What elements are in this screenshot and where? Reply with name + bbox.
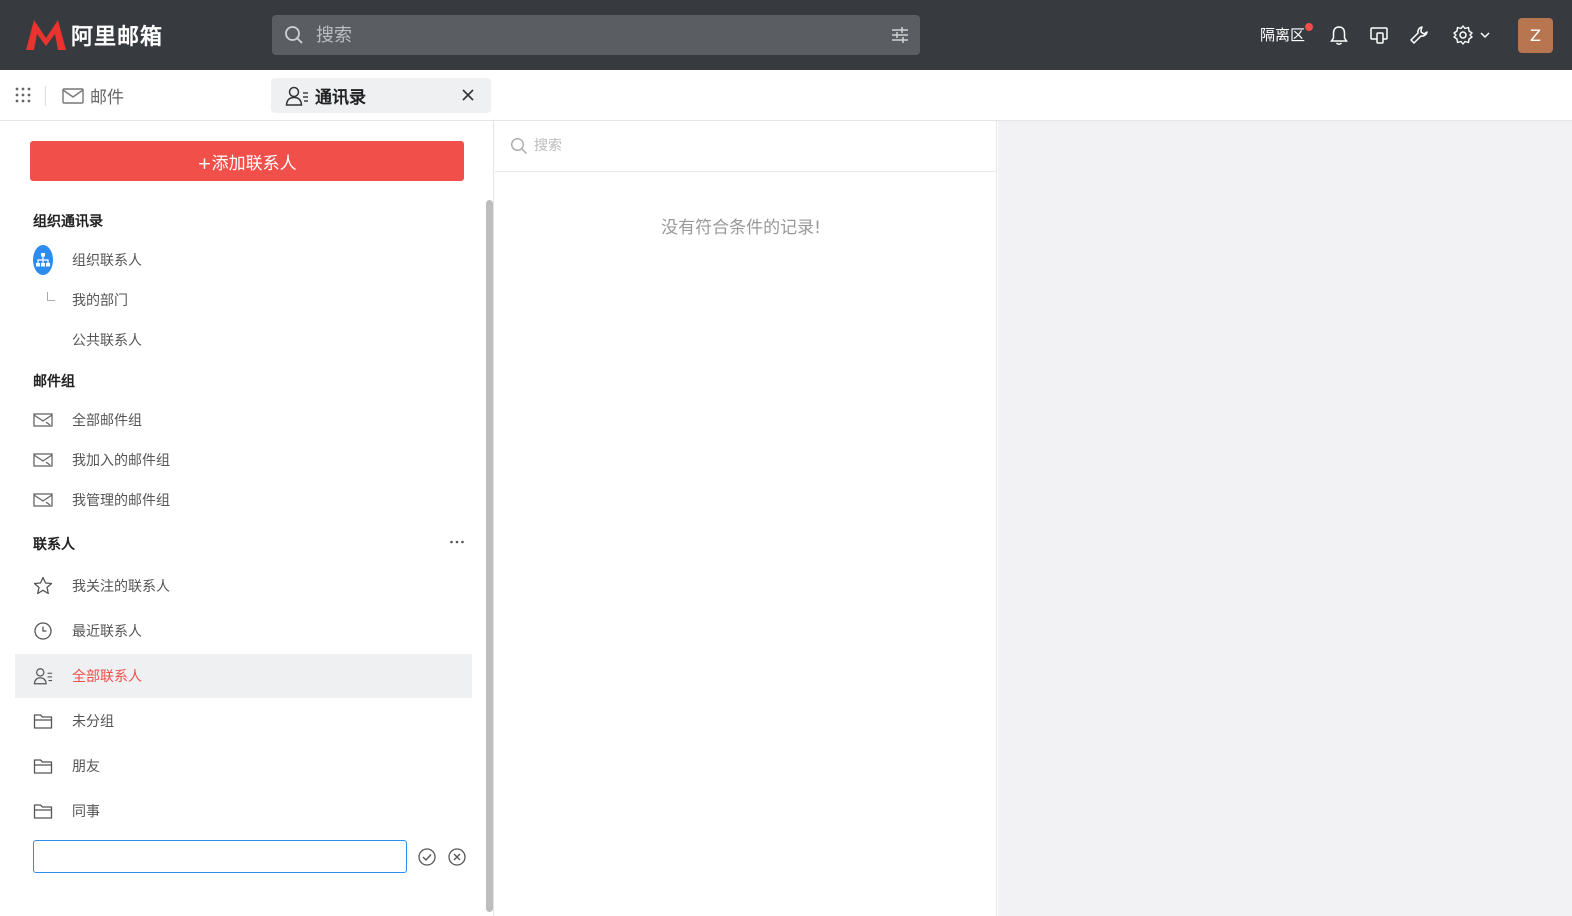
sidebar-item-label: 我关注的联系人 bbox=[72, 579, 170, 595]
tab-contacts[interactable]: 通讯录 bbox=[271, 78, 491, 113]
sidebar-item-joined-groups[interactable]: 我加入的邮件组 bbox=[15, 438, 472, 482]
bell-icon[interactable] bbox=[1328, 24, 1350, 46]
sidebar-item-all-contacts[interactable]: 全部联系人 bbox=[15, 654, 472, 698]
tab-mail[interactable]: 邮件 bbox=[62, 83, 124, 108]
filter-sliders-icon[interactable] bbox=[890, 25, 910, 45]
sidebar-item-label: 我的部门 bbox=[72, 293, 128, 309]
sidebar-item-ungrouped[interactable]: 未分组 bbox=[15, 699, 472, 743]
contact-search-input[interactable] bbox=[534, 138, 954, 154]
global-search-input[interactable] bbox=[316, 24, 876, 46]
contacts-icon bbox=[285, 86, 308, 106]
contact-search-box[interactable] bbox=[495, 121, 997, 172]
devices-icon[interactable] bbox=[1368, 24, 1390, 46]
search-icon bbox=[510, 137, 527, 154]
add-contact-button[interactable]: +添加联系人 bbox=[30, 141, 464, 181]
empty-state-text: 没有符合条件的记录! bbox=[661, 218, 821, 238]
sidebar-item-recent[interactable]: 最近联系人 bbox=[15, 609, 472, 653]
mail-group-icon bbox=[33, 493, 53, 507]
tab-mail-label: 邮件 bbox=[90, 88, 124, 108]
contacts-icon bbox=[33, 668, 53, 685]
contact-detail-panel bbox=[998, 121, 1572, 916]
confirm-check-icon[interactable] bbox=[417, 847, 437, 867]
folder-icon bbox=[33, 804, 53, 819]
folder-icon bbox=[33, 714, 53, 729]
search-icon bbox=[285, 26, 303, 44]
contact-section-title: 联系人 bbox=[33, 537, 75, 553]
sidebar-item-all-groups[interactable]: 全部邮件组 bbox=[15, 398, 472, 442]
new-group-name-input[interactable] bbox=[33, 840, 407, 873]
top-bar: 阿里邮箱 隔离区 Z bbox=[0, 0, 1572, 70]
global-search-box[interactable] bbox=[272, 15, 920, 55]
divider bbox=[45, 86, 46, 106]
logo-m-icon bbox=[26, 20, 66, 50]
sidebar-item-friends[interactable]: 朋友 bbox=[15, 744, 472, 788]
sidebar-item-label: 朋友 bbox=[72, 759, 100, 775]
sidebar-item-managed-groups[interactable]: 我管理的邮件组 bbox=[15, 478, 472, 522]
sidebar-item-label: 同事 bbox=[72, 804, 100, 820]
close-icon[interactable] bbox=[461, 88, 475, 102]
org-section-title: 组织通讯录 bbox=[33, 214, 103, 230]
org-chart-icon bbox=[33, 245, 53, 275]
quarantine-label: 隔离区 bbox=[1260, 26, 1306, 44]
more-options-icon[interactable] bbox=[449, 532, 465, 552]
sidebar-item-org-contacts[interactable]: 组织联系人 bbox=[15, 238, 472, 282]
folder-icon bbox=[33, 759, 53, 774]
sidebar-item-label: 最近联系人 bbox=[72, 624, 142, 640]
mail-icon bbox=[62, 87, 84, 104]
sidebar-item-public-contacts[interactable]: 公共联系人 bbox=[15, 318, 472, 362]
sidebar-item-my-department[interactable]: 我的部门 bbox=[15, 278, 472, 322]
clock-icon bbox=[34, 622, 52, 640]
sidebar-item-label: 我管理的邮件组 bbox=[72, 493, 170, 509]
sidebar-item-label: 全部邮件组 bbox=[72, 413, 142, 429]
star-icon bbox=[33, 576, 53, 595]
tab-contacts-label: 通讯录 bbox=[315, 88, 366, 108]
contacts-sidebar: +添加联系人 组织通讯录 组织联系人 我的部门 公共联系人 邮件组 全部邮件组 … bbox=[0, 121, 494, 916]
sidebar-item-label: 公共联系人 bbox=[72, 333, 142, 349]
wrench-icon[interactable] bbox=[1408, 24, 1430, 46]
avatar[interactable]: Z bbox=[1518, 18, 1553, 53]
sidebar-item-colleagues[interactable]: 同事 bbox=[15, 789, 472, 833]
logo[interactable]: 阿里邮箱 bbox=[24, 18, 163, 52]
cancel-x-icon[interactable] bbox=[447, 847, 467, 867]
gear-icon[interactable] bbox=[1452, 24, 1474, 46]
mail-group-icon bbox=[33, 453, 53, 467]
brand-name: 阿里邮箱 bbox=[71, 25, 164, 50]
tab-bar: 邮件 通讯录 bbox=[0, 70, 1572, 121]
sidebar-item-label: 我加入的邮件组 bbox=[72, 453, 170, 469]
notification-dot bbox=[1305, 23, 1314, 31]
group-section-title: 邮件组 bbox=[33, 374, 75, 390]
mail-group-icon bbox=[33, 413, 53, 427]
sidebar-item-starred[interactable]: 我关注的联系人 bbox=[15, 564, 472, 608]
sidebar-item-label: 组织联系人 bbox=[72, 253, 142, 269]
quarantine-link[interactable]: 隔离区 bbox=[1260, 23, 1314, 45]
contact-list-panel: 没有符合条件的记录! bbox=[495, 121, 997, 916]
app-grid-icon[interactable] bbox=[14, 86, 32, 104]
sidebar-item-label: 全部联系人 bbox=[72, 669, 142, 685]
sidebar-scrollbar[interactable] bbox=[486, 200, 493, 912]
sidebar-item-label: 未分组 bbox=[72, 714, 114, 730]
chevron-down-icon[interactable] bbox=[1478, 24, 1492, 46]
